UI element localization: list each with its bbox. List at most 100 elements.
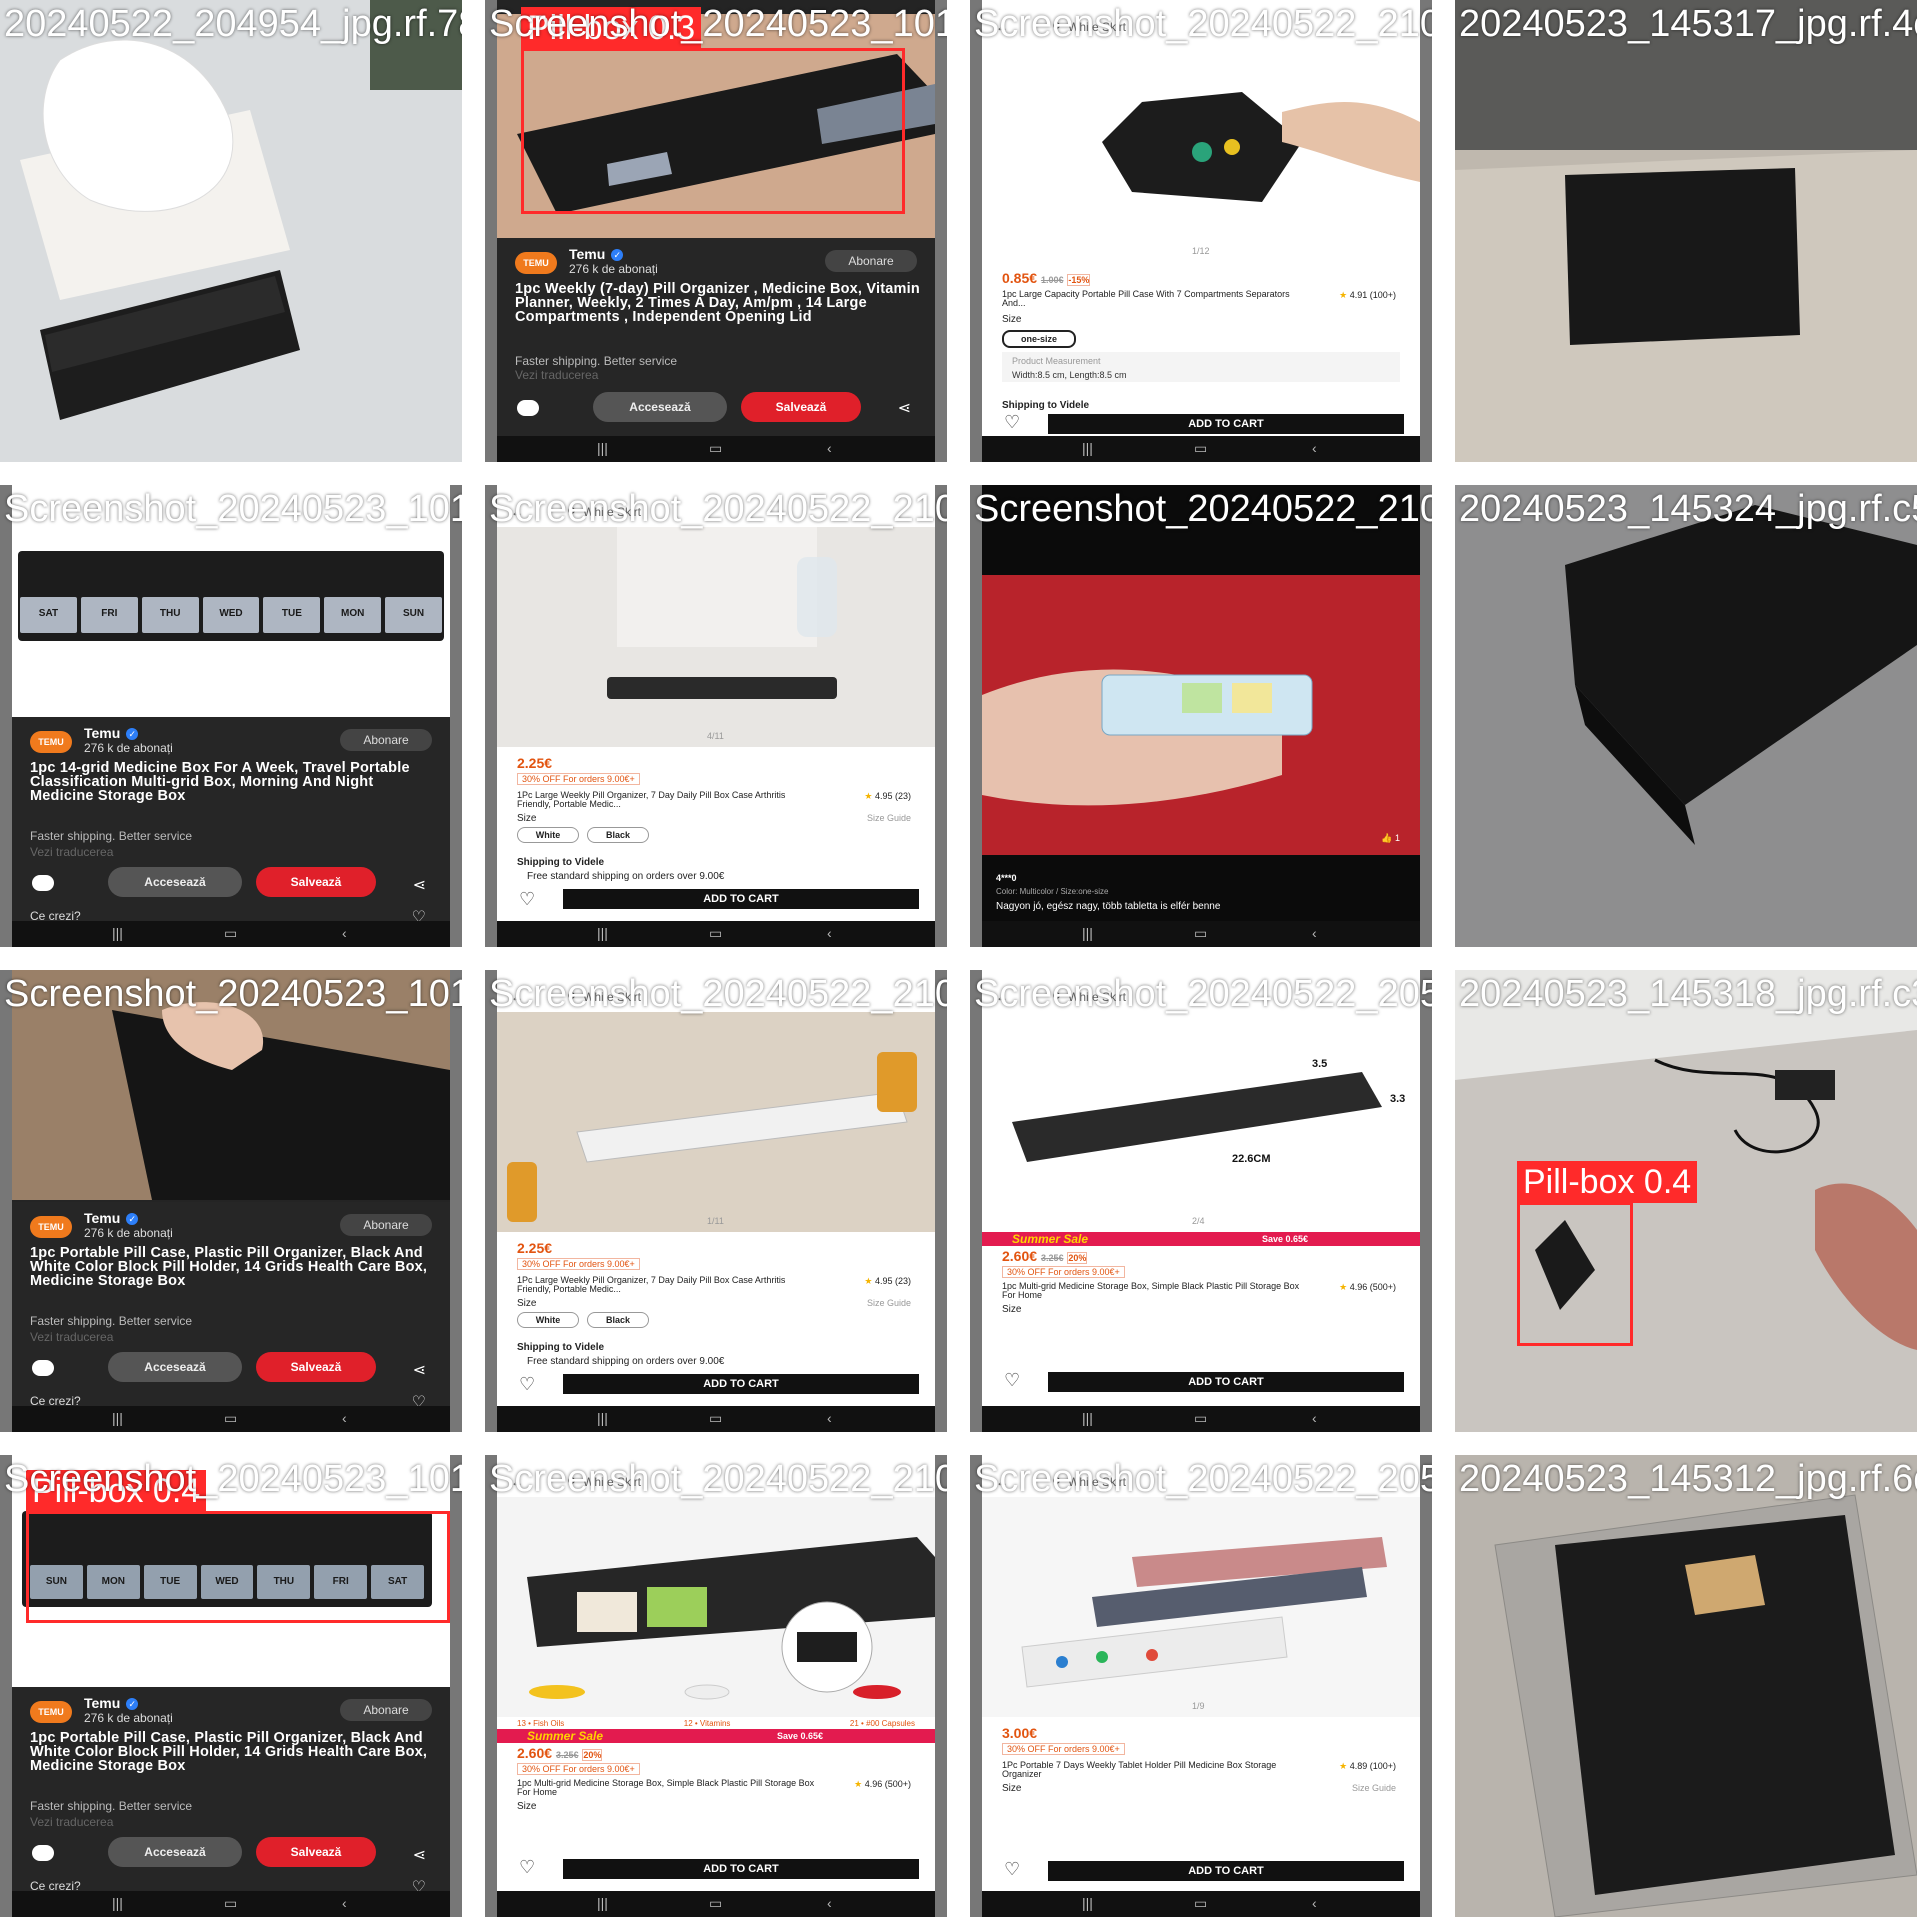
size-guide-link[interactable]: Size Guide [867, 1298, 911, 1308]
size-guide-link[interactable]: Size Guide [1352, 1783, 1396, 1793]
translate-link[interactable]: Vezi traducerea [30, 1815, 113, 1829]
add-to-cart-button[interactable]: ADD TO CART [1048, 1861, 1404, 1881]
share-icon[interactable]: ⋖ [413, 1360, 426, 1380]
wishlist-heart-icon[interactable]: ♡ [519, 1374, 535, 1395]
back-icon[interactable]: ‹ [827, 440, 832, 456]
post-title: 1pc 14-grid Medicine Box For A Week, Tra… [30, 760, 410, 804]
back-icon[interactable]: ‹ [827, 925, 832, 941]
back-icon[interactable]: ‹ [342, 1410, 347, 1426]
home-icon[interactable]: ▭ [709, 1895, 722, 1912]
summer-sale-banner: Summer Sale Save 0.65€ [982, 1232, 1420, 1246]
recents-icon[interactable]: ||| [112, 925, 123, 941]
access-button[interactable]: Accesează [108, 1352, 242, 1382]
wishlist-heart-icon[interactable]: ♡ [1004, 1370, 1020, 1391]
measurement-box[interactable]: Product Measurement Width:8.5 cm, Length… [1002, 352, 1400, 382]
translate-link[interactable]: Vezi traducerea [515, 368, 598, 382]
follow-button[interactable]: Abonare [340, 729, 432, 751]
back-icon[interactable]: ‹ [1312, 1410, 1317, 1426]
recents-icon[interactable]: ||| [1082, 440, 1093, 456]
save-button[interactable]: Salvează [741, 392, 861, 422]
filename-label: Screenshot_20240522_20592… [974, 973, 1432, 1015]
tile-shop-pentagon: ← ⚲ White Skirt 1/12 0.85€ 1.00€ -15% 1p… [970, 0, 1432, 462]
wishlist-heart-icon[interactable]: ♡ [1004, 412, 1020, 433]
shipping-note: Free standard shipping on orders over 9.… [527, 871, 725, 882]
home-icon[interactable]: ▭ [709, 1410, 722, 1427]
wishlist-heart-icon[interactable]: ♡ [1004, 1859, 1020, 1880]
add-to-cart-button[interactable]: ADD TO CART [563, 889, 919, 909]
follow-button[interactable]: Abonare [825, 250, 917, 272]
tile-shop-multigrid-2: ← ⚲ White Skirt 13 • Fish Oils 12 • Vita… [485, 1455, 947, 1917]
add-to-cart-button[interactable]: ADD TO CART [563, 1374, 919, 1394]
wishlist-heart-icon[interactable]: ♡ [519, 889, 535, 910]
recents-icon[interactable]: ||| [1082, 925, 1093, 941]
capacity-legend: 13 • Fish Oils 12 • Vitamins 21 • #00 Ca… [517, 1719, 915, 1728]
faster-shipping-text: Faster shipping. Better service [515, 354, 678, 368]
comment-icon[interactable] [517, 400, 539, 416]
recents-icon[interactable]: ||| [597, 1895, 608, 1911]
save-button[interactable]: Salvează [256, 1837, 376, 1867]
back-icon[interactable]: ‹ [1312, 925, 1317, 941]
add-to-cart-button[interactable]: ADD TO CART [1048, 414, 1404, 434]
back-icon[interactable]: ‹ [1312, 440, 1317, 456]
follow-button[interactable]: Abonare [340, 1699, 432, 1721]
save-button[interactable]: Salvează [256, 1352, 376, 1382]
tile-photo-standing: 20240523_145317_jpg.rf.4c… [1455, 0, 1917, 462]
back-icon[interactable]: ‹ [1312, 1895, 1317, 1911]
home-icon[interactable]: ▭ [1194, 1410, 1207, 1427]
product-description[interactable]: 1Pc Large Weekly Pill Organizer, 7 Day D… [517, 791, 817, 809]
save-button[interactable]: Salvează [256, 867, 376, 897]
follow-button[interactable]: Abonare [340, 1214, 432, 1236]
product-description[interactable]: 1pc Multi-grid Medicine Storage Box, Sim… [1002, 1282, 1302, 1300]
product-description[interactable]: 1pc Large Capacity Portable Pill Case Wi… [1002, 290, 1302, 308]
recents-icon[interactable]: ||| [112, 1895, 123, 1911]
recents-icon[interactable]: ||| [597, 925, 608, 941]
translate-link[interactable]: Vezi traducerea [30, 1330, 113, 1344]
product-description[interactable]: 1pc Multi-grid Medicine Storage Box, Sim… [517, 1779, 817, 1797]
home-icon[interactable]: ▭ [709, 925, 722, 942]
back-icon[interactable]: ‹ [827, 1410, 832, 1426]
access-button[interactable]: Accesează [108, 1837, 242, 1867]
like-count[interactable]: 👍 1 [1381, 833, 1400, 844]
rating: ★ 4.89 (100+) [1339, 1761, 1396, 1772]
comment-icon[interactable] [32, 1360, 54, 1376]
recents-icon[interactable]: ||| [1082, 1895, 1093, 1911]
share-icon[interactable]: ⋖ [413, 875, 426, 895]
recents-icon[interactable]: ||| [597, 440, 608, 456]
home-icon[interactable]: ▭ [224, 925, 237, 942]
add-to-cart-button[interactable]: ADD TO CART [563, 1859, 919, 1879]
size-chip[interactable]: one-size [1002, 330, 1076, 348]
product-description[interactable]: 1Pc Portable 7 Days Weekly Tablet Holder… [1002, 1761, 1302, 1779]
home-icon[interactable]: ▭ [1194, 1895, 1207, 1912]
share-icon[interactable]: ⋖ [413, 1845, 426, 1865]
home-icon[interactable]: ▭ [1194, 925, 1207, 942]
translate-link[interactable]: Vezi traducerea [30, 845, 113, 859]
color-chip-black[interactable]: Black [587, 1312, 649, 1328]
detection-box: Pill-box 0.3 [521, 7, 905, 214]
wishlist-heart-icon[interactable]: ♡ [519, 1857, 535, 1878]
access-button[interactable]: Accesează [108, 867, 242, 897]
share-icon[interactable]: ⋖ [898, 398, 911, 418]
recents-icon[interactable]: ||| [1082, 1410, 1093, 1426]
back-icon[interactable]: ‹ [342, 925, 347, 941]
home-icon[interactable]: ▭ [1194, 440, 1207, 457]
color-chip-white[interactable]: White [517, 1312, 579, 1328]
size-guide-link[interactable]: Size Guide [867, 813, 911, 823]
phone-screenshot: ← ⚲ White Skirt 1/11 2.25€ 30% OFF For o… [497, 970, 935, 1432]
home-icon[interactable]: ▭ [224, 1895, 237, 1912]
color-chip-black[interactable]: Black [587, 827, 649, 843]
home-icon[interactable]: ▭ [224, 1410, 237, 1427]
recents-icon[interactable]: ||| [112, 1410, 123, 1426]
color-chip-white[interactable]: White [517, 827, 579, 843]
back-icon[interactable]: ‹ [827, 1895, 832, 1911]
rating: ★ 4.95 (23) [864, 791, 911, 802]
add-to-cart-button[interactable]: ADD TO CART [1048, 1372, 1404, 1392]
back-icon[interactable]: ‹ [342, 1895, 347, 1911]
comment-icon[interactable] [32, 875, 54, 891]
verified-icon: ✓ [126, 728, 139, 741]
comment-icon[interactable] [32, 1845, 54, 1861]
access-button[interactable]: Accesează [593, 392, 727, 422]
filename-label: Screenshot_20240522_21005… [974, 488, 1432, 530]
recents-icon[interactable]: ||| [597, 1410, 608, 1426]
home-icon[interactable]: ▭ [709, 440, 722, 457]
product-description[interactable]: 1Pc Large Weekly Pill Organizer, 7 Day D… [517, 1276, 817, 1294]
